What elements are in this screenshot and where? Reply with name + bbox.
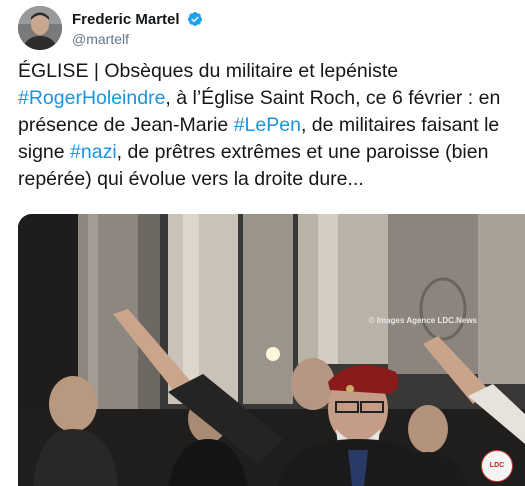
tweet-text-segment: , de prêtres extrêmes et une paroisse (b… — [116, 141, 489, 163]
tweet-line: présence de Jean-Marie #LePen, de milita… — [18, 112, 518, 139]
photo-watermark: © Images Agence LDC.News — [368, 316, 477, 325]
tweet-photo[interactable]: © Images Agence LDC.News LDC NEWS — [18, 214, 525, 486]
tweet-text-segment: , à l’Église Saint Roch, ce 6 février : … — [165, 87, 501, 109]
author-name[interactable]: Frederic Martel — [72, 11, 203, 28]
photo-scene — [18, 214, 525, 486]
tweet-text-segment: signe — [18, 141, 71, 163]
author-name-text: Frederic Martel — [72, 11, 180, 28]
tweet-text-segment: , de militaires faisant le — [300, 114, 500, 136]
tweet-line: repérée) qui évolue vers la droite dure.… — [18, 166, 518, 193]
avatar[interactable] — [18, 6, 62, 50]
tweet-text-segment: présence de Jean-Marie — [18, 114, 234, 136]
tweet-line: signe #nazi, de prêtres extrêmes et une … — [18, 139, 518, 166]
tweet-text-segment: ÉGLISE | Obsèques du militaire et lepéni… — [18, 60, 399, 82]
tweet-line: ÉGLISE | Obsèques du militaire et lepéni… — [18, 58, 518, 85]
tweet-line: #RogerHoleindre, à l’Église Saint Roch, … — [18, 85, 518, 112]
tweet-header: Frederic Martel @martelf — [18, 6, 518, 50]
verified-badge-icon — [187, 12, 202, 26]
hashtag-link[interactable]: #nazi — [70, 141, 117, 163]
author-handle[interactable]: @martelf — [72, 31, 129, 47]
hashtag-link[interactable]: #LePen — [234, 114, 301, 136]
hashtag-link[interactable]: #RogerHoleindre — [18, 87, 165, 109]
tweet-text-segment: repérée) qui évolue vers la droite dure.… — [18, 168, 364, 190]
ldc-news-logo: LDC NEWS — [481, 450, 513, 482]
tweet-text: ÉGLISE | Obsèques du militaire et lepéni… — [18, 58, 518, 193]
